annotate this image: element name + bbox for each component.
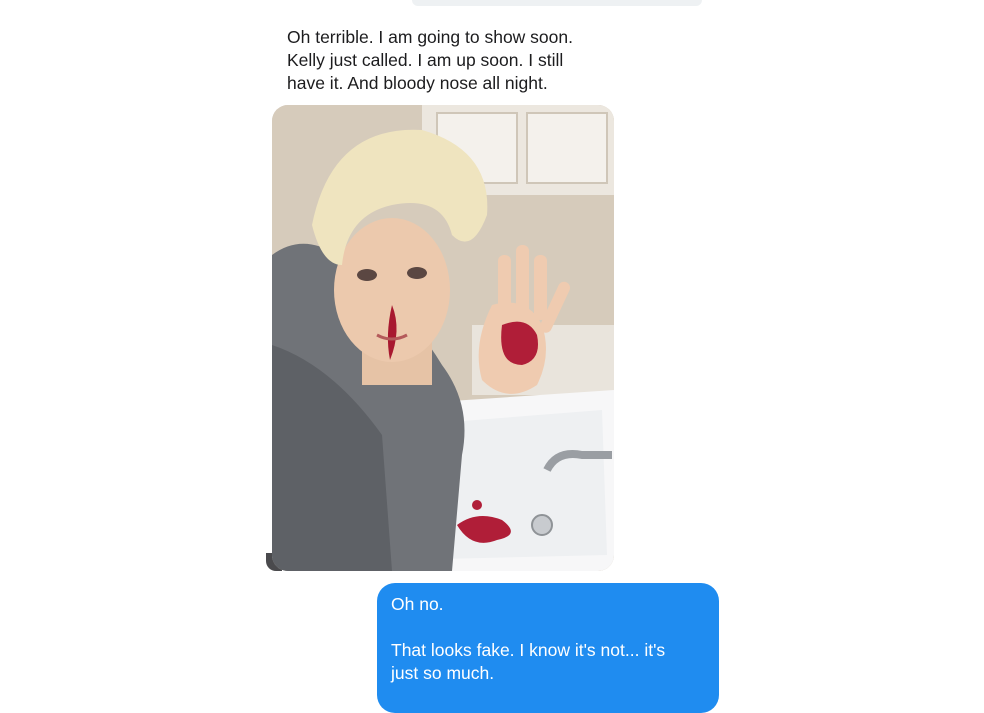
clipped-previous-message bbox=[412, 0, 702, 6]
outgoing-message-line-1: Oh no. bbox=[391, 594, 444, 614]
finger bbox=[534, 255, 547, 320]
eye-left bbox=[357, 269, 377, 281]
incoming-photo-attachment[interactable] bbox=[272, 105, 614, 571]
selfie-photo bbox=[272, 105, 614, 571]
outgoing-message-bubble[interactable]: Oh no. That looks fake. I know it's not.… bbox=[377, 583, 719, 713]
drain bbox=[531, 514, 553, 536]
cabinet-door bbox=[526, 112, 608, 184]
incoming-message-text: Oh terrible. I am going to show soon. Ke… bbox=[287, 27, 573, 93]
outgoing-message-line-2: That looks fake. I know it's not... it's… bbox=[391, 640, 666, 683]
finger bbox=[498, 255, 511, 315]
eye-right bbox=[407, 267, 427, 279]
finger bbox=[516, 245, 529, 315]
blood-drop bbox=[472, 500, 482, 510]
